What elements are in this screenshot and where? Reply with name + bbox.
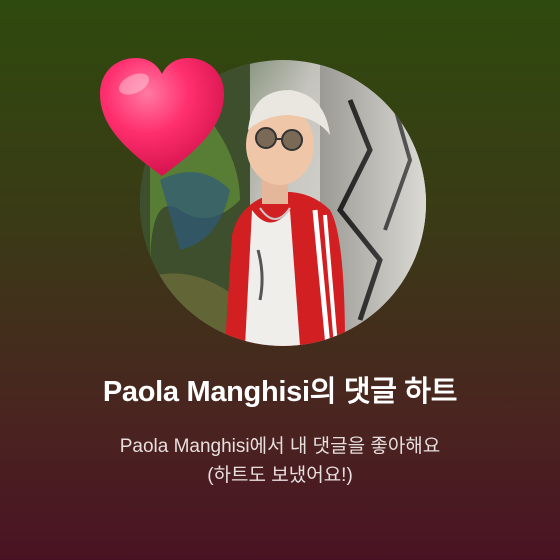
notification-screen: Paola Manghisi의 댓글 하트 Paola Manghisi에서 내… (0, 0, 560, 560)
message-line-2: (하트도 보냈어요!) (207, 465, 353, 486)
notification-title: Paola Manghisi의 댓글 하트 (102, 376, 458, 408)
heart-icon (100, 58, 224, 176)
notification-message: Paola Manghisi에서 내 댓글을 좋아해요 (하트도 보냈어요!) (0, 432, 560, 490)
message-line-1: Paola Manghisi에서 내 댓글을 좋아해요 (119, 436, 441, 457)
